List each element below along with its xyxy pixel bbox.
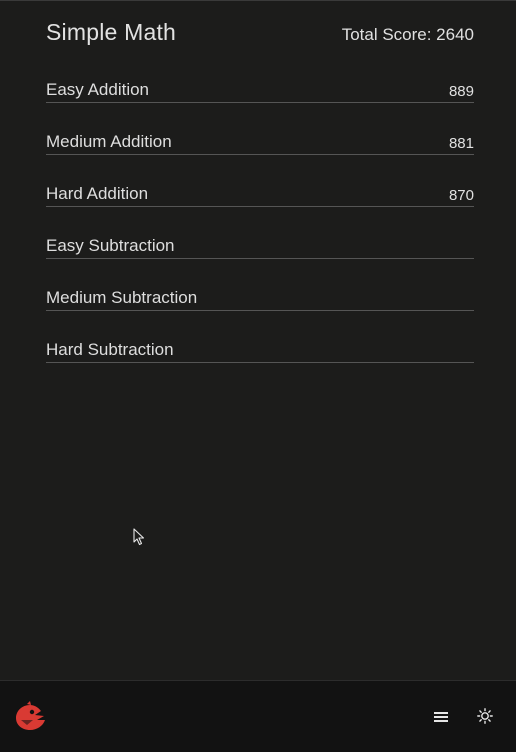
red-bird-logo-icon[interactable] bbox=[13, 701, 47, 733]
game-item-medium-subtraction[interactable]: Medium Subtraction bbox=[46, 287, 474, 339]
game-label: Medium Subtraction bbox=[46, 288, 198, 307]
game-item-easy-addition[interactable]: Easy Addition 889 bbox=[46, 79, 474, 131]
bottom-bar bbox=[0, 680, 516, 752]
game-score: 881 bbox=[448, 135, 474, 152]
app-window: Simple Math Total Score: 2640 Easy Addit… bbox=[0, 0, 516, 752]
game-label: Hard Addition bbox=[46, 184, 149, 203]
theme-toggle-button[interactable] bbox=[474, 705, 496, 727]
menu-button[interactable] bbox=[430, 707, 452, 727]
game-score: 870 bbox=[448, 187, 474, 204]
game-item-easy-subtraction[interactable]: Easy Subtraction bbox=[46, 235, 474, 287]
game-label: Easy Subtraction bbox=[46, 236, 175, 255]
hamburger-menu-icon bbox=[434, 712, 448, 722]
sun-icon bbox=[477, 708, 493, 724]
game-item-medium-addition[interactable]: Medium Addition 881 bbox=[46, 131, 474, 183]
header: Simple Math Total Score: 2640 bbox=[46, 19, 474, 46]
mouse-cursor-icon bbox=[133, 528, 145, 546]
game-list: Easy Addition 889 Medium Addition 881 Ha… bbox=[46, 79, 474, 391]
game-item-hard-addition[interactable]: Hard Addition 870 bbox=[46, 183, 474, 235]
total-score: Total Score: 2640 bbox=[341, 25, 474, 44]
game-score: 889 bbox=[448, 83, 474, 100]
game-label: Medium Addition bbox=[46, 132, 172, 151]
game-item-hard-subtraction[interactable]: Hard Subtraction bbox=[46, 339, 474, 391]
game-label: Hard Subtraction bbox=[46, 340, 174, 359]
game-label: Easy Addition bbox=[46, 80, 150, 99]
page-title: Simple Math bbox=[46, 19, 177, 45]
